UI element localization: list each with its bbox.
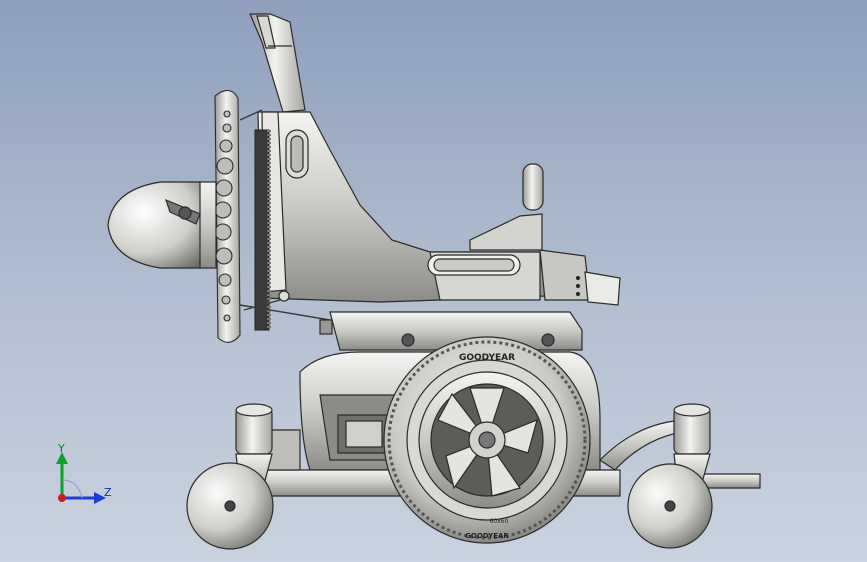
rear-pod xyxy=(107,181,217,269)
tire-size: 60x60 xyxy=(490,518,509,525)
z-axis-label: Z xyxy=(104,486,112,499)
tire-brand-bottom: GOODYEAR xyxy=(465,532,509,540)
triad-arc xyxy=(61,479,83,499)
seat-body xyxy=(257,111,621,306)
rear-caster xyxy=(186,403,274,550)
drive-wheel xyxy=(383,336,591,544)
y-axis-label: Y xyxy=(58,442,65,455)
wheelchair-model[interactable]: GOODYEAR GOODYEAR 60x60 xyxy=(0,0,867,562)
model-viewport[interactable]: GOODYEAR GOODYEAR 60x60 Y Z xyxy=(0,0,867,562)
x-axis-dot xyxy=(58,494,66,502)
tire-brand-top: GOODYEAR xyxy=(459,353,515,363)
backrest-arm xyxy=(249,13,306,113)
